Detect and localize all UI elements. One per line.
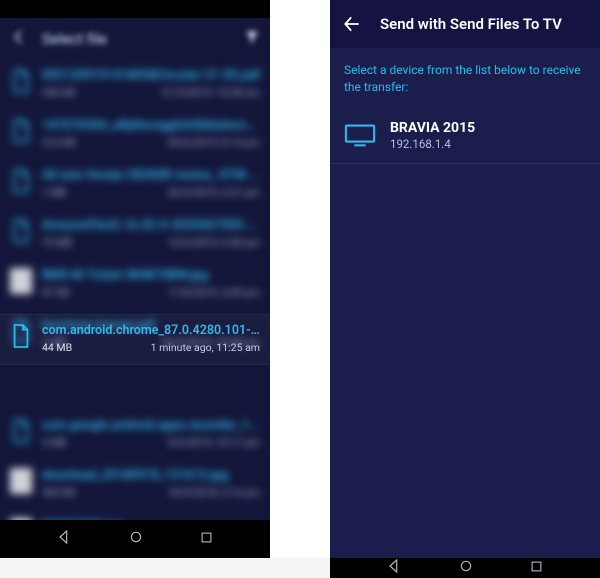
device-row[interactable]: BRAVIA 2015 192.168.1.4 xyxy=(330,112,600,164)
file-icon xyxy=(10,418,32,444)
file-size: 256 KB xyxy=(42,86,75,99)
file-row[interactable]: download_20180918_151613.jpg 403 KB 18/9/2… xyxy=(0,460,270,510)
file-icon xyxy=(10,68,32,94)
file-name: DSC01529.jpg xyxy=(42,518,260,520)
header-send: Send with Send Files To TV xyxy=(330,0,600,48)
file-time: 18/9/2018, 3:16 pm xyxy=(167,486,260,499)
phone-left: Select file 0921209191418058Circular-21-… xyxy=(0,0,270,558)
file-row[interactable]: BMS M-Ticket-WHB7SBW.jpg 87 KB 11/8/2019, … xyxy=(0,260,270,310)
file-name: BMS M-Ticket-WHB7SBW.jpg xyxy=(42,268,260,283)
file-icon xyxy=(10,218,32,244)
file-row[interactable]: AmazonFlexS.1A.S5.9-3035067905-S.S… 75 MB… xyxy=(0,210,270,260)
file-meta: download_20180918_151613.jpg 403 KB 18/9/2… xyxy=(42,468,260,499)
filter-icon[interactable] xyxy=(244,29,260,49)
file-meta: com.google.android.apps.recorder_1… 6 MB 5… xyxy=(42,418,260,449)
nav-recent-icon[interactable] xyxy=(529,559,544,578)
screen-select-file: Select file 0921209191418058Circular-21-… xyxy=(0,18,270,520)
android-nav-bar xyxy=(330,558,600,578)
nav-home-icon[interactable] xyxy=(128,529,144,549)
file-size: 44 MB xyxy=(42,341,72,354)
header-title: Select file xyxy=(42,30,107,48)
file-name: download_20180918_151613.jpg xyxy=(42,468,260,483)
file-row-focused-wrap: com.android.chrome_87.0.4280.101-… 44 MB… xyxy=(0,314,270,365)
file-row[interactable]: DSC01529.jpg5 MB12/12/2019, 12:56 pm xyxy=(0,510,270,520)
nav-home-icon[interactable] xyxy=(458,558,474,578)
file-meta: 0921209191418058Circular-21-05.pdf 256 KB… xyxy=(42,68,260,99)
file-name: AmazonFlexS.1A.S5.9-3035067905-S.S… xyxy=(42,218,260,233)
file-name: com.android.chrome_87.0.4280.101-… xyxy=(42,323,260,338)
file-icon xyxy=(10,323,32,349)
file-time: 12/6/2019, 9:40 pm xyxy=(167,236,260,249)
file-list-blurred-bottom: com.google.android.apps.recorder_1… 6 MB 5… xyxy=(0,410,270,520)
file-name: 0921209191418058Circular-21-05.pdf xyxy=(42,68,260,83)
file-size: 1 MB xyxy=(42,186,66,199)
file-size: 87 KB xyxy=(42,286,70,299)
file-size: 75 MB xyxy=(42,236,72,249)
phone-right: Send with Send Files To TV Select a devi… xyxy=(330,0,600,558)
file-meta: 14767630A_aRjdlsnzggQztQbkalxcn1z… 216 KB… xyxy=(42,118,260,149)
file-meta: com.android.chrome_87.0.4280.101-… 44 MB… xyxy=(42,323,260,354)
file-time: 1 minute ago, 11:25 am xyxy=(151,341,260,354)
device-ip: 192.168.1.4 xyxy=(390,137,475,151)
file-time: 21/5/2019, 10:38 am xyxy=(162,86,260,99)
instruction-text: Select a device from the list below to r… xyxy=(330,48,600,112)
file-time: 11/8/2019, 3:05 pm xyxy=(167,286,260,299)
file-time: 5/2/2019, 10:17 pm xyxy=(167,436,260,449)
file-meta: All new Honda CB300R review_ KTM … 1 MB 26… xyxy=(42,168,260,199)
file-size: 403 KB xyxy=(42,486,75,499)
nav-recent-icon[interactable] xyxy=(199,530,214,549)
screen-send-files: Send with Send Files To TV Select a devi… xyxy=(330,0,600,558)
file-time: 26/4/2019, 3:31 pm xyxy=(167,186,260,199)
nav-back-icon[interactable] xyxy=(386,558,402,578)
back-icon[interactable] xyxy=(10,28,28,50)
file-icon xyxy=(10,118,32,144)
file-row[interactable]: 0921209191418058Circular-21-05.pdf 256 KB… xyxy=(0,60,270,110)
back-icon[interactable] xyxy=(342,14,362,34)
file-name: 14767630A_aRjdlsnzggQztQbkalxcn1z… xyxy=(42,118,260,133)
file-name: All new Honda CB300R review_ KTM … xyxy=(42,168,260,183)
image-thumb-icon xyxy=(10,468,32,494)
header-select-file: Select file xyxy=(0,18,270,60)
tv-icon xyxy=(344,123,376,147)
file-row[interactable]: 14767630A_aRjdlsnzggQztQbkalxcn1z… 216 KB… xyxy=(0,110,270,160)
file-time: 20/6/2019, 8:14 pm xyxy=(167,136,260,149)
status-bar xyxy=(0,0,270,18)
spacer xyxy=(270,0,330,558)
file-icon xyxy=(10,168,32,194)
file-meta: AmazonFlexS.1A.S5.9-3035067905-S.S… 75 MB… xyxy=(42,218,260,249)
device-meta: BRAVIA 2015 192.168.1.4 xyxy=(390,120,475,151)
file-size: 216 KB xyxy=(42,136,75,149)
file-name: com.google.android.apps.recorder_1… xyxy=(42,418,260,433)
header-title: Send with Send Files To TV xyxy=(380,15,562,33)
nav-back-icon[interactable] xyxy=(56,529,72,549)
file-size: 6 MB xyxy=(42,436,66,449)
file-meta: BMS M-Ticket-WHB7SBW.jpg 87 KB 11/8/2019, … xyxy=(42,268,260,299)
image-thumb-icon xyxy=(10,518,32,520)
file-row[interactable]: All new Honda CB300R review_ KTM … 1 MB 26… xyxy=(0,160,270,210)
file-row-focused[interactable]: com.android.chrome_87.0.4280.101-… 44 MB… xyxy=(0,314,270,365)
device-name: BRAVIA 2015 xyxy=(390,120,475,136)
file-row[interactable]: com.google.android.apps.recorder_1… 6 MB 5… xyxy=(0,410,270,460)
image-thumb-icon xyxy=(10,268,32,294)
android-nav-bar xyxy=(0,520,270,558)
file-meta: DSC01529.jpg5 MB12/12/2019, 12:56 pm xyxy=(42,518,260,520)
